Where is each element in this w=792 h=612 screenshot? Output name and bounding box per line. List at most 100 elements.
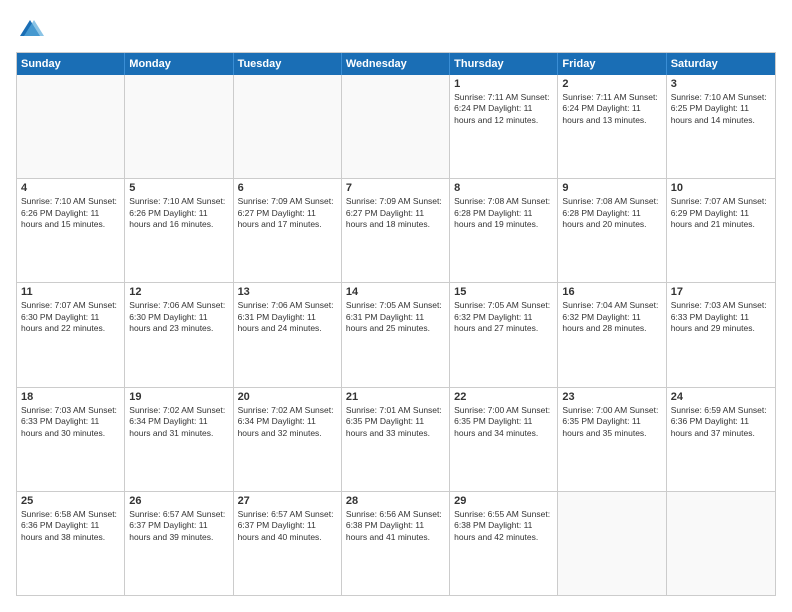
day-header-wednesday: Wednesday bbox=[342, 53, 450, 75]
day-info: Sunrise: 7:05 AM Sunset: 6:31 PM Dayligh… bbox=[346, 300, 445, 334]
week-row-2: 4 Sunrise: 7:10 AM Sunset: 6:26 PM Daylig… bbox=[17, 178, 775, 282]
day-info: Sunrise: 7:11 AM Sunset: 6:24 PM Dayligh… bbox=[454, 92, 553, 126]
day-cell: 27 Sunrise: 6:57 AM Sunset: 6:37 PM Dayli… bbox=[234, 492, 342, 595]
page: SundayMondayTuesdayWednesdayThursdayFrid… bbox=[0, 0, 792, 612]
day-header-sunday: Sunday bbox=[17, 53, 125, 75]
day-number: 27 bbox=[238, 495, 337, 507]
day-cell: 6Sunrise: 7:09 AM Sunset: 6:27 PM Daylig… bbox=[234, 179, 342, 282]
day-number: 25 bbox=[21, 495, 120, 507]
day-cell: 1 Sunrise: 7:11 AM Sunset: 6:24 PM Daylig… bbox=[450, 75, 558, 178]
day-info: Sunrise: 7:03 AM Sunset: 6:33 PM Dayligh… bbox=[21, 405, 120, 439]
day-info: Sunrise: 7:08 AM Sunset: 6:28 PM Dayligh… bbox=[562, 196, 661, 230]
day-number: 28 bbox=[346, 495, 445, 507]
day-cell: 16Sunrise: 7:04 AM Sunset: 6:32 PM Dayli… bbox=[558, 283, 666, 386]
day-cell: 23Sunrise: 7:00 AM Sunset: 6:35 PM Dayli… bbox=[558, 388, 666, 491]
day-number: 14 bbox=[346, 286, 445, 298]
day-info: Sunrise: 7:00 AM Sunset: 6:35 PM Dayligh… bbox=[454, 405, 553, 439]
day-number: 15 bbox=[454, 286, 553, 298]
day-cell: 22 Sunrise: 7:00 AM Sunset: 6:35 PM Dayli… bbox=[450, 388, 558, 491]
day-info: Sunrise: 7:05 AM Sunset: 6:32 PM Dayligh… bbox=[454, 300, 553, 334]
day-info: Sunrise: 6:58 AM Sunset: 6:36 PM Dayligh… bbox=[21, 509, 120, 543]
day-cell: 21 Sunrise: 7:01 AM Sunset: 6:35 PM Dayli… bbox=[342, 388, 450, 491]
day-info: Sunrise: 7:11 AM Sunset: 6:24 PM Dayligh… bbox=[562, 92, 661, 126]
day-number: 22 bbox=[454, 391, 553, 403]
day-number: 8 bbox=[454, 182, 553, 194]
day-header-friday: Friday bbox=[558, 53, 666, 75]
day-cell: 13 Sunrise: 7:06 AM Sunset: 6:31 PM Dayli… bbox=[234, 283, 342, 386]
day-info: Sunrise: 7:10 AM Sunset: 6:26 PM Dayligh… bbox=[129, 196, 228, 230]
day-headers: SundayMondayTuesdayWednesdayThursdayFrid… bbox=[17, 53, 775, 75]
day-number: 3 bbox=[671, 78, 771, 90]
day-cell: 25 Sunrise: 6:58 AM Sunset: 6:36 PM Dayli… bbox=[17, 492, 125, 595]
day-number: 6 bbox=[238, 182, 337, 194]
day-cell: 24 Sunrise: 6:59 AM Sunset: 6:36 PM Dayli… bbox=[667, 388, 775, 491]
day-number: 2 bbox=[562, 78, 661, 90]
week-row-1: 1 Sunrise: 7:11 AM Sunset: 6:24 PM Daylig… bbox=[17, 75, 775, 178]
day-cell bbox=[17, 75, 125, 178]
day-header-tuesday: Tuesday bbox=[234, 53, 342, 75]
day-info: Sunrise: 7:02 AM Sunset: 6:34 PM Dayligh… bbox=[238, 405, 337, 439]
day-info: Sunrise: 7:07 AM Sunset: 6:30 PM Dayligh… bbox=[21, 300, 120, 334]
day-header-saturday: Saturday bbox=[667, 53, 775, 75]
day-header-thursday: Thursday bbox=[450, 53, 558, 75]
day-info: Sunrise: 7:00 AM Sunset: 6:35 PM Dayligh… bbox=[562, 405, 661, 439]
day-number: 9 bbox=[562, 182, 661, 194]
day-info: Sunrise: 7:04 AM Sunset: 6:32 PM Dayligh… bbox=[562, 300, 661, 334]
day-info: Sunrise: 7:10 AM Sunset: 6:26 PM Dayligh… bbox=[21, 196, 120, 230]
day-header-monday: Monday bbox=[125, 53, 233, 75]
day-cell: 28 Sunrise: 6:56 AM Sunset: 6:38 PM Dayli… bbox=[342, 492, 450, 595]
day-cell: 9 Sunrise: 7:08 AM Sunset: 6:28 PM Daylig… bbox=[558, 179, 666, 282]
calendar: SundayMondayTuesdayWednesdayThursdayFrid… bbox=[16, 52, 776, 596]
day-info: Sunrise: 7:06 AM Sunset: 6:31 PM Dayligh… bbox=[238, 300, 337, 334]
day-number: 1 bbox=[454, 78, 553, 90]
day-cell: 19 Sunrise: 7:02 AM Sunset: 6:34 PM Dayli… bbox=[125, 388, 233, 491]
day-number: 29 bbox=[454, 495, 553, 507]
day-info: Sunrise: 6:57 AM Sunset: 6:37 PM Dayligh… bbox=[238, 509, 337, 543]
day-info: Sunrise: 6:59 AM Sunset: 6:36 PM Dayligh… bbox=[671, 405, 771, 439]
day-number: 10 bbox=[671, 182, 771, 194]
day-info: Sunrise: 6:55 AM Sunset: 6:38 PM Dayligh… bbox=[454, 509, 553, 543]
day-info: Sunrise: 7:03 AM Sunset: 6:33 PM Dayligh… bbox=[671, 300, 771, 334]
day-number: 20 bbox=[238, 391, 337, 403]
week-row-5: 25 Sunrise: 6:58 AM Sunset: 6:36 PM Dayli… bbox=[17, 491, 775, 595]
day-cell: 4 Sunrise: 7:10 AM Sunset: 6:26 PM Daylig… bbox=[17, 179, 125, 282]
day-cell bbox=[558, 492, 666, 595]
logo-icon bbox=[16, 16, 44, 44]
day-cell: 26Sunrise: 6:57 AM Sunset: 6:37 PM Dayli… bbox=[125, 492, 233, 595]
day-number: 13 bbox=[238, 286, 337, 298]
day-cell: 10 Sunrise: 7:07 AM Sunset: 6:29 PM Dayli… bbox=[667, 179, 775, 282]
day-number: 5 bbox=[129, 182, 228, 194]
day-number: 17 bbox=[671, 286, 771, 298]
day-cell: 8 Sunrise: 7:08 AM Sunset: 6:28 PM Daylig… bbox=[450, 179, 558, 282]
logo bbox=[16, 16, 48, 44]
day-cell: 29 Sunrise: 6:55 AM Sunset: 6:38 PM Dayli… bbox=[450, 492, 558, 595]
day-number: 4 bbox=[21, 182, 120, 194]
day-cell: 2 Sunrise: 7:11 AM Sunset: 6:24 PM Daylig… bbox=[558, 75, 666, 178]
day-cell: 11Sunrise: 7:07 AM Sunset: 6:30 PM Dayli… bbox=[17, 283, 125, 386]
day-cell: 17 Sunrise: 7:03 AM Sunset: 6:33 PM Dayli… bbox=[667, 283, 775, 386]
day-info: Sunrise: 7:08 AM Sunset: 6:28 PM Dayligh… bbox=[454, 196, 553, 230]
day-cell: 15 Sunrise: 7:05 AM Sunset: 6:32 PM Dayli… bbox=[450, 283, 558, 386]
day-info: Sunrise: 7:10 AM Sunset: 6:25 PM Dayligh… bbox=[671, 92, 771, 126]
day-info: Sunrise: 7:09 AM Sunset: 6:27 PM Dayligh… bbox=[346, 196, 445, 230]
day-cell bbox=[234, 75, 342, 178]
day-cell: 14 Sunrise: 7:05 AM Sunset: 6:31 PM Dayli… bbox=[342, 283, 450, 386]
day-cell bbox=[667, 492, 775, 595]
day-cell: 18Sunrise: 7:03 AM Sunset: 6:33 PM Dayli… bbox=[17, 388, 125, 491]
day-cell: 20 Sunrise: 7:02 AM Sunset: 6:34 PM Dayli… bbox=[234, 388, 342, 491]
week-row-4: 18Sunrise: 7:03 AM Sunset: 6:33 PM Dayli… bbox=[17, 387, 775, 491]
day-number: 26 bbox=[129, 495, 228, 507]
day-info: Sunrise: 7:02 AM Sunset: 6:34 PM Dayligh… bbox=[129, 405, 228, 439]
day-cell: 5 Sunrise: 7:10 AM Sunset: 6:26 PM Daylig… bbox=[125, 179, 233, 282]
day-number: 21 bbox=[346, 391, 445, 403]
day-cell bbox=[125, 75, 233, 178]
day-number: 12 bbox=[129, 286, 228, 298]
day-info: Sunrise: 7:01 AM Sunset: 6:35 PM Dayligh… bbox=[346, 405, 445, 439]
day-cell: 3 Sunrise: 7:10 AM Sunset: 6:25 PM Daylig… bbox=[667, 75, 775, 178]
day-number: 24 bbox=[671, 391, 771, 403]
day-info: Sunrise: 6:56 AM Sunset: 6:38 PM Dayligh… bbox=[346, 509, 445, 543]
day-number: 19 bbox=[129, 391, 228, 403]
day-cell: 12Sunrise: 7:06 AM Sunset: 6:30 PM Dayli… bbox=[125, 283, 233, 386]
day-info: Sunrise: 7:07 AM Sunset: 6:29 PM Dayligh… bbox=[671, 196, 771, 230]
header bbox=[16, 16, 776, 44]
